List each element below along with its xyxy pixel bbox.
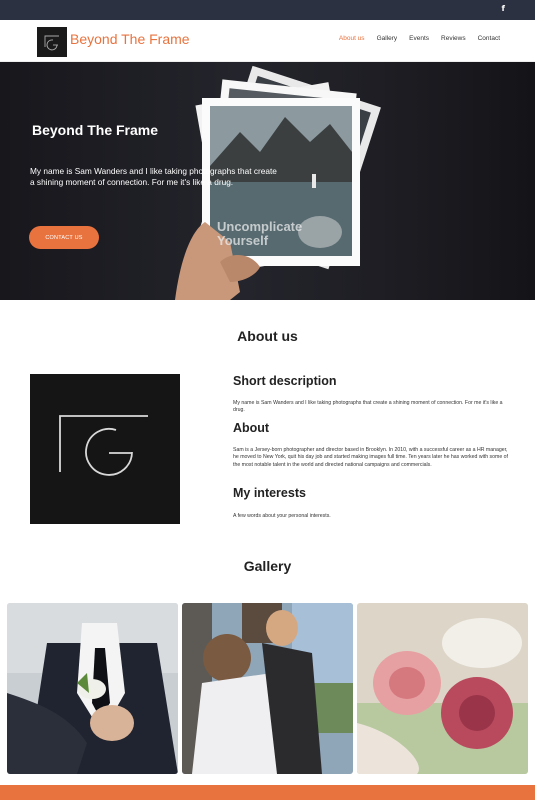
gallery-heading: Gallery xyxy=(243,558,292,574)
gallery-image-roses[interactable] xyxy=(357,603,528,774)
site-header: Beyond The Frame About us Gallery Events… xyxy=(0,20,535,62)
hero-photo-caption: Uncomplicate Yourself xyxy=(217,219,303,248)
about-heading: About us xyxy=(237,328,298,344)
nav-contact[interactable]: Contact xyxy=(478,35,500,42)
about-title: About xyxy=(233,421,270,435)
nav-events[interactable]: Events xyxy=(409,35,429,42)
main-nav: About us Gallery Events Reviews Contact xyxy=(339,35,500,42)
interests-text: A few words about your personal interest… xyxy=(233,513,331,519)
nav-gallery[interactable]: Gallery xyxy=(377,35,398,42)
about-text: Sam is a Jersey-born photographer and di… xyxy=(233,447,508,468)
contact-us-button[interactable]: CONTACT US xyxy=(29,226,99,249)
about-logo-image xyxy=(30,374,180,524)
hero-title: Beyond The Frame xyxy=(32,122,159,138)
interests-title: My interests xyxy=(233,486,306,500)
social-bar: f xyxy=(0,0,535,20)
hero-section: Uncomplicate Yourself Beyond The Frame M… xyxy=(0,62,535,300)
short-description-text: My name is Sam Wanders and I like taking… xyxy=(233,400,503,414)
short-description-title: Short description xyxy=(233,374,337,388)
nav-about-us[interactable]: About us xyxy=(339,35,365,42)
gallery-image-couple[interactable] xyxy=(182,603,353,774)
hero-description: My name is Sam Wanders and I like taking… xyxy=(30,166,277,187)
footer-bar xyxy=(0,785,535,800)
site-logo[interactable] xyxy=(37,27,67,57)
site-title[interactable]: Beyond The Frame xyxy=(70,31,190,47)
nav-reviews[interactable]: Reviews xyxy=(441,35,466,42)
facebook-icon[interactable]: f xyxy=(502,4,505,13)
gallery-image-groom[interactable] xyxy=(7,603,178,774)
